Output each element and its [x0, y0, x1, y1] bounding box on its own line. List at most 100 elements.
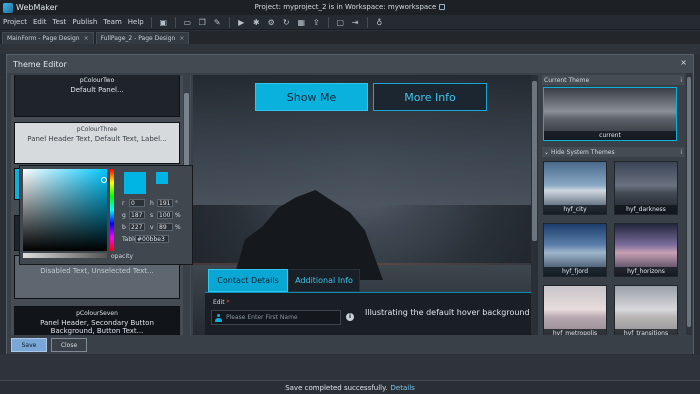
scrollbar-thumb[interactable] — [184, 93, 189, 168]
lock-icon[interactable]: ▢ — [336, 18, 345, 27]
bulb-icon[interactable]: ♁ — [375, 18, 384, 27]
details-link[interactable]: Details — [391, 384, 415, 392]
tab-label: MainForm - Page Design — [7, 35, 80, 42]
tab-additional-info[interactable]: Additional Info — [288, 269, 360, 292]
current-theme-thumbnail[interactable]: current — [543, 87, 677, 141]
title-bar: WebMaker Project: myproject_2 is in Work… — [0, 0, 700, 15]
info-icon[interactable]: i — [680, 77, 682, 84]
exit-icon[interactable]: ⇥ — [351, 18, 360, 27]
field-g: g — [122, 211, 145, 219]
colour-desc: Disabled Text, Unselected Text... — [40, 267, 154, 275]
toolbar-separator — [327, 16, 329, 28]
window-title: Project: myproject_2 is in Workspace: my… — [0, 3, 700, 11]
menu-edit[interactable]: Edit — [30, 18, 50, 26]
status-message: Save completed successfully. — [285, 383, 388, 392]
theme-hyf-horizons[interactable]: hyf_horizons — [614, 223, 678, 277]
close-button[interactable]: Close — [51, 338, 87, 352]
menu-test[interactable]: Test — [50, 18, 70, 26]
edit-label: Edit * — [213, 299, 230, 306]
opacity-slider[interactable] — [23, 253, 107, 258]
theme-hyf-darkness[interactable]: hyf_darkness — [614, 161, 678, 215]
save-button[interactable]: Save — [11, 338, 47, 352]
toolbar-separator — [174, 16, 176, 28]
colour-desc: Default Panel... — [70, 86, 124, 94]
field-v: v% — [150, 223, 181, 231]
first-name-placeholder: Please Enter First Name — [226, 314, 298, 321]
theme-hyf-metropolis[interactable]: hyf_metropolis — [543, 285, 607, 335]
opacity-label: opacity — [111, 253, 134, 260]
brush-icon[interactable]: ✎ — [213, 18, 222, 27]
first-name-input[interactable]: Please Enter First Name — [211, 310, 341, 325]
info-icon[interactable]: i — [346, 313, 354, 321]
close-icon[interactable]: × — [84, 35, 89, 42]
copy-icon[interactable]: ❐ — [198, 18, 207, 27]
current-theme-header: Current Theme i — [542, 75, 684, 85]
colour-card-pcolourthree[interactable]: pColourThree Panel Header Text, Default … — [14, 122, 180, 164]
contact-form: Edit * Please Enter First Name i Illustr… — [205, 292, 538, 335]
theme-hyf-transitions[interactable]: hyf_transitions — [614, 285, 678, 335]
toolbar-separator — [366, 16, 368, 28]
themes-scrollbar[interactable] — [686, 73, 692, 335]
menu-bar: Project Edit Test Publish Team Help ▣ ▭ … — [0, 15, 700, 30]
theme-hyf-city[interactable]: hyf_city — [543, 161, 607, 215]
app-logo-icon — [3, 2, 13, 13]
refresh-icon[interactable]: ↻ — [282, 18, 291, 27]
h-input[interactable] — [157, 199, 173, 207]
theme-label: hyf_horizons — [615, 267, 677, 276]
tab-mainform[interactable]: MainForm - Page Design × — [2, 32, 94, 44]
toolbar-separator — [228, 16, 230, 28]
show-me-button[interactable]: Show Me — [255, 83, 368, 111]
bug-icon[interactable]: ✱ — [252, 18, 261, 27]
theme-editor-dialog: Theme Editor × pColourTwo Default Panel.… — [6, 54, 694, 354]
background-workspace — [0, 44, 700, 54]
toolbar-separator — [150, 16, 152, 28]
colour-desc: Panel Header, Secondary Button Backgroun… — [40, 319, 154, 335]
field-table: Table — [122, 235, 169, 243]
app-name: WebMaker — [16, 3, 58, 12]
colour-name: pColourSeven — [76, 310, 118, 317]
colour-desc: Panel Header Text, Default Text, Label..… — [27, 135, 167, 143]
upload-icon[interactable]: ⇪ — [312, 18, 321, 27]
menu-help[interactable]: Help — [125, 18, 147, 26]
menu-team[interactable]: Team — [100, 18, 125, 26]
r-input[interactable] — [129, 199, 145, 207]
preview-scrollbar[interactable] — [531, 75, 538, 335]
menu-project[interactable]: Project — [0, 18, 30, 26]
play-icon[interactable]: ▶ — [237, 18, 246, 27]
field-s: s% — [150, 211, 181, 219]
dialog-title: Theme Editor — [7, 55, 693, 73]
gear-icon[interactable]: ⚙ — [267, 18, 276, 27]
scrollbar-thumb[interactable] — [532, 81, 537, 241]
colour-name: pColourThree — [76, 126, 118, 133]
monitor-icon[interactable]: ▭ — [183, 18, 192, 27]
hover-description: Illustrating the default hover backgroun… — [365, 308, 538, 317]
saturation-value-area[interactable] — [23, 169, 107, 251]
theme-label: current — [544, 131, 676, 140]
b-input[interactable] — [129, 223, 145, 231]
tab-contact-details[interactable]: Contact Details — [208, 269, 288, 292]
grid-icon[interactable]: ▦ — [297, 18, 306, 27]
dialog-footer: Save Close — [7, 336, 693, 354]
save-icon[interactable]: ▣ — [159, 18, 168, 27]
close-icon[interactable]: × — [680, 58, 687, 67]
lock-icon — [439, 4, 446, 10]
table-input[interactable] — [135, 235, 169, 243]
s-input[interactable] — [157, 211, 173, 219]
picker-handle[interactable] — [101, 177, 107, 183]
scrollbar-thumb[interactable] — [687, 77, 691, 327]
theme-hyf-fjord[interactable]: hyf_fjord — [543, 223, 607, 277]
g-input[interactable] — [129, 211, 145, 219]
system-themes-header[interactable]: ⌄ Hide System Themes i — [542, 147, 684, 157]
close-icon[interactable]: × — [179, 35, 184, 42]
more-info-button[interactable]: More Info — [373, 83, 487, 111]
colour-picker: opacity r h° g s% b v% Table — [19, 165, 193, 265]
colour-card-pcolourseven[interactable]: pColourSeven Panel Header, Secondary But… — [14, 306, 180, 335]
field-b: b — [122, 223, 145, 231]
menu-publish[interactable]: Publish — [69, 18, 100, 26]
new-colour-swatch — [124, 172, 146, 194]
v-input[interactable] — [157, 223, 173, 231]
tab-fullpage-2[interactable]: FullPage_2 - Page Design × — [95, 32, 190, 44]
hue-slider[interactable] — [110, 169, 114, 251]
info-icon[interactable]: i — [680, 149, 682, 156]
colour-card-pcolourtwo[interactable]: pColourTwo Default Panel... — [14, 75, 180, 117]
